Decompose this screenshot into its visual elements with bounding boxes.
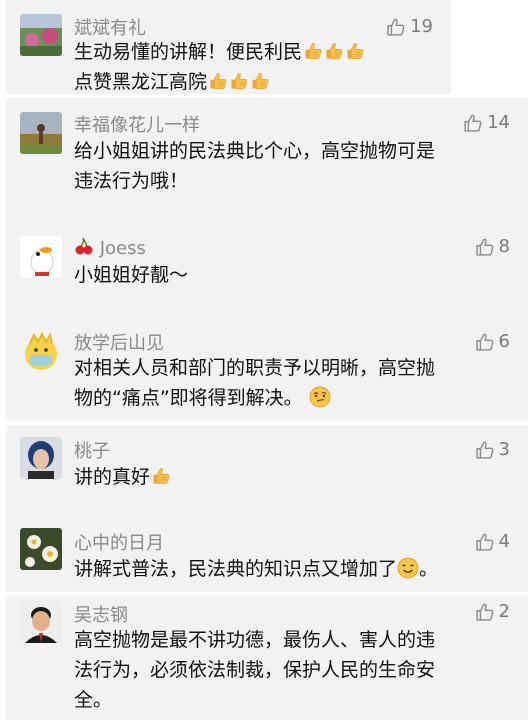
like-count: 8 (498, 236, 510, 257)
comment-line: 法行为，必须依法制裁，保护人民的生命安 (74, 659, 436, 681)
comment-line: 点赞黑龙江高院 (74, 67, 365, 97)
thumbs-up-emoji-icon (151, 466, 171, 486)
comment-item: 桃子 3 讲的真好 (6, 425, 528, 505)
thumb-up-outline-icon (475, 332, 495, 352)
comment-group-block: 幸福像花儿一样 14 给小姐姐讲的民法典比个心，高空抛物可是 违法行为哦！ Jo… (6, 98, 528, 421)
like-count-button[interactable]: 8 (475, 236, 510, 257)
thumbs-up-emoji-icon (303, 41, 323, 61)
comment-text: 高空抛物是最不讲功德，最伤人、害人的违 法行为，必须依法制裁，保护人民的生命安 … (74, 625, 435, 715)
thumb-up-outline-icon (386, 17, 406, 37)
like-count: 2 (498, 601, 510, 622)
like-count-button[interactable]: 2 (475, 601, 510, 622)
like-count-button[interactable]: 3 (475, 439, 510, 460)
comment-line: 小姐姐好靓～ (74, 264, 189, 286)
avatar[interactable] (20, 236, 62, 278)
comment-text: 给小姐姐讲的民法典比个心，高空抛物可是 违法行为哦！ (74, 136, 435, 196)
commenter-name[interactable]: 幸福像花儿一样 (74, 111, 200, 137)
like-count-button[interactable]: 4 (475, 531, 510, 552)
commenter-name[interactable]: 放学后山见 (74, 329, 164, 355)
comment-item: 心中的日月 4 讲解式普法，民法典的知识点又增加了 。 (6, 520, 528, 592)
comment-group-block: 桃子 3 讲的真好 心中的日月 4 讲解式普法，民法典的知识点又增加了 。 (6, 425, 528, 592)
commenter-name[interactable]: 桃子 (74, 437, 110, 463)
comment-item: 吴志钢 2 高空抛物是最不讲功德，最伤人、害人的违 法行为，必须依法制裁，保护人… (6, 595, 528, 720)
like-count-button[interactable]: 19 (386, 16, 433, 37)
avatar[interactable] (20, 112, 62, 154)
thumbs-up-emoji-icon (324, 41, 344, 61)
comment-text: 讲的真好 (74, 462, 171, 492)
avatar[interactable] (20, 331, 62, 373)
thumb-up-outline-icon (475, 440, 495, 460)
comment-text: 生动易懂的讲解！便民利民 点赞黑龙江高院 (74, 37, 365, 97)
comment-line: 讲解式普法，民法典的知识点又增加了 。 (74, 557, 439, 580)
comment-line: 给小姐姐讲的民法典比个心，高空抛物可是 (74, 140, 436, 162)
thumbs-up-emoji-icon (229, 71, 249, 91)
like-count: 6 (498, 331, 510, 352)
like-count-button[interactable]: 6 (475, 331, 510, 352)
avatar[interactable] (20, 601, 62, 643)
comment-line: 生动易懂的讲解！便民利民 (74, 37, 365, 67)
like-count: 4 (498, 531, 510, 552)
comment-item: Joess 8 小姐姐好靓～ (6, 228, 528, 318)
like-count: 3 (498, 439, 510, 460)
thumbs-up-emoji-icon (345, 41, 365, 61)
comment-item: 放学后山见 6 对相关人员和部门的职责予以明晰，高空抛 物的“痛点”即将得到解决… (6, 323, 528, 421)
like-count-button[interactable]: 14 (463, 112, 510, 133)
thumbs-up-emoji-icon (250, 71, 270, 91)
cherry-icon (75, 237, 93, 255)
featured-comment-block: 斌斌有礼 19 生动易懂的讲解！便民利民 点赞黑龙江高院 (6, 0, 451, 94)
avatar[interactable] (20, 437, 62, 479)
avatar[interactable] (20, 14, 62, 56)
avatar[interactable] (20, 528, 62, 570)
commenter-name[interactable]: 吴志钢 (74, 601, 128, 627)
comment-line: 全。 (74, 689, 113, 711)
smile-face-icon (397, 557, 419, 579)
comment-text: 对相关人员和部门的职责予以明晰，高空抛 物的“痛点”即将得到解决。 (74, 353, 435, 413)
comment-line: 违法行为哦！ (74, 170, 189, 192)
commenter-name[interactable]: 心中的日月 (74, 529, 164, 555)
commenter-name[interactable]: Joess (74, 236, 146, 259)
comment-line: 对相关人员和部门的职责予以明晰，高空抛 (74, 357, 436, 379)
like-count: 14 (487, 112, 510, 133)
comment-line: 高空抛物是最不讲功德，最伤人、害人的违 (74, 629, 436, 651)
comment-line: 讲的真好 (74, 462, 171, 492)
comment-item: 幸福像花儿一样 14 给小姐姐讲的民法典比个心，高空抛物可是 违法行为哦！ (6, 98, 528, 218)
thumbs-up-emoji-icon (208, 71, 228, 91)
thumb-up-outline-icon (463, 113, 483, 133)
comment-group-block: 吴志钢 2 高空抛物是最不讲功德，最伤人、害人的违 法行为，必须依法制裁，保护人… (6, 595, 528, 720)
thumb-up-outline-icon (475, 237, 495, 257)
thumb-up-outline-icon (475, 532, 495, 552)
comment-item: 斌斌有礼 19 生动易懂的讲解！便民利民 点赞黑龙江高院 (6, 0, 451, 94)
thumb-up-outline-icon (475, 602, 495, 622)
smirk-face-icon (309, 386, 331, 408)
like-count: 19 (410, 16, 433, 37)
comment-line: 物的“痛点”即将得到解决。 (74, 383, 435, 413)
comment-text: 讲解式普法，民法典的知识点又增加了 。 (74, 554, 438, 584)
comment-text: 小姐姐好靓～ (74, 260, 188, 290)
